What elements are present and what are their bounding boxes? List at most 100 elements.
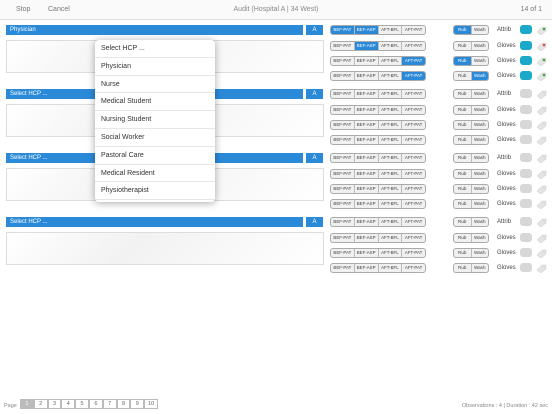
tag-icon[interactable] [536, 72, 547, 82]
comment-bubble-icon[interactable] [520, 56, 532, 66]
moment-option[interactable]: AFT-BFL [379, 249, 403, 258]
tag-icon[interactable] [536, 136, 547, 146]
moment-option[interactable]: BEF-PAT [331, 41, 355, 50]
action-selector[interactable]: Rub Wash [453, 153, 489, 163]
moment-option[interactable]: BEF-PAT [331, 218, 355, 226]
moment-option[interactable]: BEF-ASP [355, 105, 379, 114]
moment-option[interactable]: AFT-BFL [379, 121, 403, 130]
moment-option[interactable]: AFT-PAT [402, 218, 425, 226]
action-option[interactable]: Wash [472, 106, 489, 114]
moment-option[interactable]: AFT-BFL [379, 26, 403, 34]
moment-selector[interactable]: BEF-PAT BEF-ASP AFT-BFL AFT-PAT [330, 153, 426, 163]
moment-option[interactable]: BEF-PAT [331, 72, 355, 81]
moment-option[interactable]: BEF-PAT [331, 185, 355, 194]
action-option[interactable]: Wash [472, 90, 489, 98]
page-button[interactable]: 7 [102, 399, 117, 409]
dropdown-option[interactable]: Physician [95, 58, 215, 76]
hcp-a-button[interactable]: A [306, 217, 323, 227]
dropdown-option[interactable]: Social Worker [95, 129, 215, 147]
action-option[interactable]: Rub [454, 105, 472, 114]
moment-selector[interactable]: BEF-PAT BEF-ASP AFT-BFL AFT-PAT [330, 184, 426, 195]
moment-option[interactable]: BEF-ASP [355, 249, 379, 258]
hcp-dropdown[interactable]: Select HCP ... Physician Nurse Medical Stud… [95, 40, 215, 202]
moment-option[interactable]: BEF-ASP [355, 121, 379, 130]
comment-bubble-icon[interactable] [520, 168, 532, 178]
moment-option[interactable]: AFT-PAT [402, 72, 425, 81]
row-label[interactable]: Gloves [497, 43, 516, 49]
action-option[interactable]: Wash [472, 170, 489, 178]
row-label[interactable]: Gloves [497, 186, 516, 192]
moment-option[interactable]: AFT-BFL [379, 218, 403, 226]
row-label[interactable]: Gloves [497, 58, 516, 64]
comment-bubble-icon[interactable] [520, 40, 532, 50]
action-option[interactable]: Rub [454, 90, 472, 98]
hcp-select[interactable]: Physician [6, 25, 303, 35]
page-button[interactable]: 8 [116, 399, 131, 409]
comment-bubble-icon[interactable] [520, 153, 532, 162]
action-option[interactable]: Wash [472, 26, 489, 34]
moment-option[interactable]: AFT-PAT [402, 136, 425, 144]
moment-selector[interactable]: BEF-PAT BEF-ASP AFT-BFL AFT-PAT [330, 104, 426, 115]
tag-icon[interactable] [536, 234, 547, 244]
comment-bubble-icon[interactable] [520, 25, 532, 34]
moment-option[interactable]: BEF-PAT [331, 105, 355, 114]
moment-option[interactable]: AFT-PAT [402, 90, 425, 98]
dropdown-option[interactable]: Physiotherapist [95, 182, 215, 201]
action-option[interactable]: Rub [454, 249, 472, 258]
moment-option[interactable]: AFT-PAT [402, 57, 425, 66]
action-option[interactable]: Rub [454, 233, 472, 242]
moment-option[interactable]: BEF-PAT [331, 264, 355, 273]
tag-icon[interactable] [536, 42, 547, 52]
tag-icon[interactable] [536, 185, 547, 195]
hcp-a-button[interactable]: A [306, 153, 323, 163]
moment-option[interactable]: BEF-PAT [331, 26, 355, 34]
dropdown-option[interactable]: Select HCP ... [95, 40, 215, 58]
moment-option[interactable]: BEF-ASP [355, 57, 379, 66]
moment-option[interactable]: BEF-ASP [355, 136, 379, 145]
tag-icon[interactable] [536, 218, 547, 228]
moment-option[interactable]: BEF-PAT [331, 57, 355, 66]
action-selector[interactable]: Rub Wash [453, 56, 489, 67]
page-button[interactable]: 1 [20, 399, 34, 409]
action-option[interactable]: Rub [454, 185, 472, 194]
moment-option[interactable]: BEF-ASP [355, 218, 379, 226]
moment-option[interactable]: BEF-PAT [331, 249, 355, 258]
action-option[interactable]: Rub [454, 154, 472, 162]
action-option[interactable]: Wash [472, 234, 489, 242]
row-label[interactable]: Attrib [497, 91, 511, 97]
comment-bubble-icon[interactable] [520, 135, 532, 145]
moment-selector[interactable]: BEF-PAT BEF-ASP AFT-BFL AFT-PAT [330, 217, 426, 227]
dropdown-option[interactable]: Nurse [95, 76, 215, 94]
dropdown-option[interactable]: Pastoral Care [95, 147, 215, 165]
action-selector[interactable]: Rub Wash [453, 168, 489, 179]
comment-bubble-icon[interactable] [520, 199, 532, 209]
tag-icon[interactable] [536, 200, 547, 210]
notes-area[interactable] [6, 232, 324, 265]
moment-selector[interactable]: BEF-PAT BEF-ASP AFT-BFL AFT-PAT [330, 56, 426, 67]
comment-bubble-icon[interactable] [520, 104, 532, 114]
moment-option[interactable]: AFT-PAT [402, 200, 425, 208]
hcp-select[interactable]: Select HCP ... [6, 217, 303, 227]
moment-option[interactable]: BEF-ASP [355, 169, 379, 178]
action-selector[interactable]: Rub Wash [453, 40, 489, 51]
moment-option[interactable]: BEF-PAT [331, 90, 355, 98]
moment-option[interactable]: BEF-ASP [355, 185, 379, 194]
action-option[interactable]: Wash [472, 154, 489, 162]
action-option[interactable]: Wash [472, 264, 489, 272]
moment-option[interactable]: AFT-PAT [402, 234, 425, 242]
tag-icon[interactable] [536, 90, 547, 100]
action-option[interactable]: Wash [472, 218, 489, 226]
action-option[interactable]: Rub [454, 218, 472, 226]
action-selector[interactable]: Rub Wash [453, 248, 489, 259]
moment-option[interactable]: AFT-BFL [379, 233, 403, 242]
comment-bubble-icon[interactable] [520, 263, 532, 273]
moment-option[interactable]: BEF-ASP [355, 233, 379, 242]
comment-bubble-icon[interactable] [520, 232, 532, 242]
moment-option[interactable]: BEF-PAT [331, 233, 355, 242]
action-selector[interactable]: Rub Wash [453, 120, 489, 131]
action-selector[interactable]: Rub Wash [453, 89, 489, 99]
tag-icon[interactable] [536, 154, 547, 164]
moment-option[interactable]: BEF-PAT [331, 136, 355, 145]
dropdown-option[interactable]: Nursing Student [95, 111, 215, 129]
moment-selector[interactable]: BEF-PAT BEF-ASP AFT-BFL AFT-PAT [330, 199, 426, 210]
